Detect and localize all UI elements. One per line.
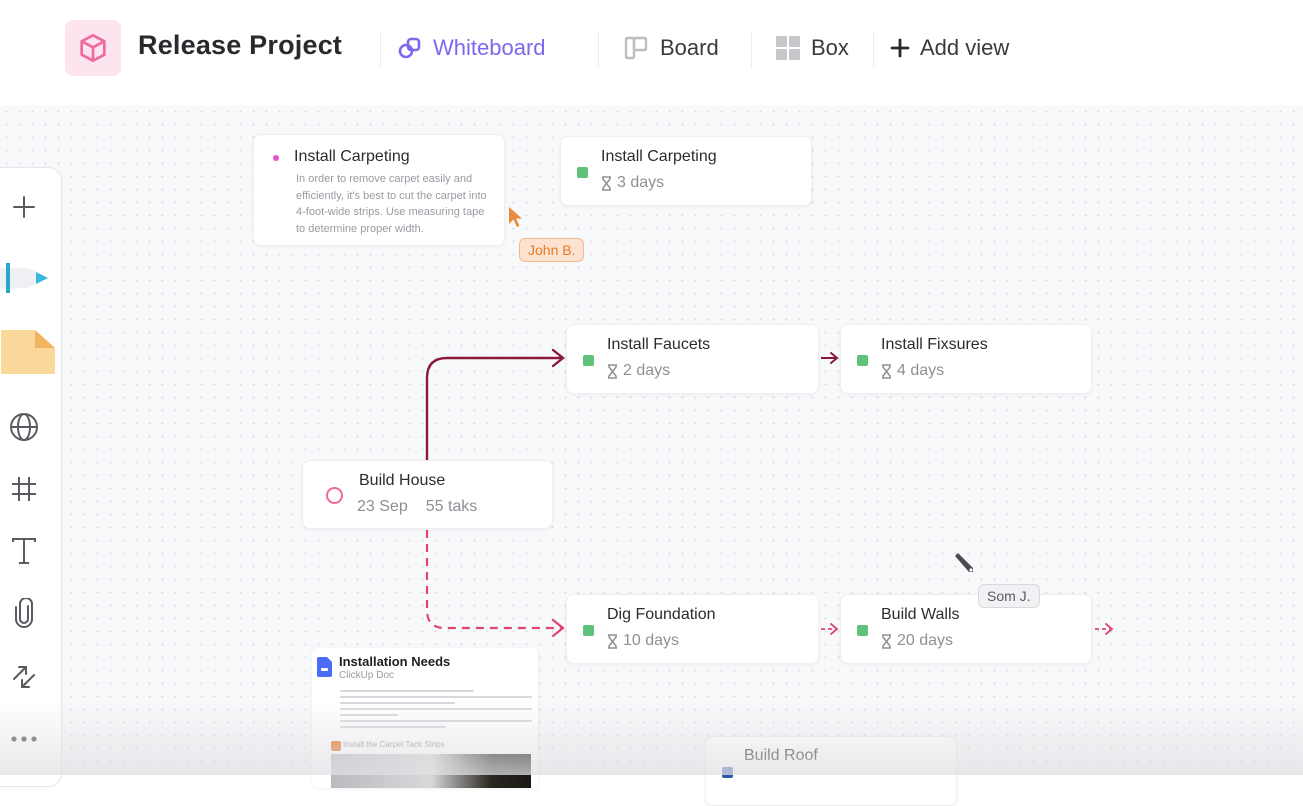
globe-icon	[10, 413, 38, 441]
task-duration: 2 days	[607, 362, 670, 380]
project-card-date: 23 Sep	[357, 498, 408, 515]
connector-arrows-icon	[13, 666, 35, 688]
hourglass-icon	[602, 175, 611, 191]
solid-connector-build-house-to-faucets	[425, 356, 562, 460]
plus-icon	[13, 196, 35, 218]
tool-frame[interactable]	[1, 469, 47, 509]
status-square	[577, 167, 588, 178]
task-duration: 10 days	[607, 632, 679, 650]
hourglass-icon	[608, 363, 617, 379]
doc-title: Installation Needs	[339, 654, 451, 669]
note-title: Install Carpeting	[294, 148, 410, 165]
hourglass-icon	[882, 363, 891, 379]
project-card-title: Build House	[359, 472, 446, 489]
task-card-install-faucets[interactable]: Install Faucets 2 days	[566, 324, 819, 394]
task-card-install-fixsures[interactable]: Install Fixsures 4 days	[840, 324, 1092, 394]
tool-attachment[interactable]	[1, 593, 47, 633]
arrowhead	[551, 618, 565, 638]
project-card-build-house[interactable]: Build House 23 Sep 55 taks	[302, 460, 553, 529]
collaborator-tag-som: Som J.	[978, 584, 1040, 608]
task-card-build-walls[interactable]: Build Walls 20 days	[840, 594, 1092, 664]
sticky-note-icon	[1, 330, 55, 374]
task-title: Build Walls	[881, 606, 960, 623]
task-title: Build Roof	[744, 747, 818, 764]
doc-image	[331, 754, 531, 788]
left-toolbar	[0, 167, 62, 787]
task-duration: 4 days	[881, 362, 944, 380]
task-duration: 3 days	[601, 174, 664, 192]
doc-body-preview	[340, 686, 532, 732]
note-bullet	[273, 155, 279, 161]
task-card-dig-foundation[interactable]: Dig Foundation 10 days	[566, 594, 819, 664]
tool-add[interactable]	[1, 187, 47, 227]
task-title: Install Carpeting	[601, 148, 717, 165]
status-square	[583, 625, 594, 636]
doc-subtitle: ClickUp Doc	[339, 670, 395, 681]
project-card-meta: 23 Sep 55 taks	[357, 498, 477, 516]
frame-icon	[12, 477, 36, 501]
tool-connector[interactable]	[1, 657, 47, 697]
doc-icon	[317, 657, 332, 677]
paperclip-icon	[15, 598, 33, 628]
task-title: Install Fixsures	[881, 336, 988, 353]
tool-web-embed[interactable]	[1, 407, 47, 447]
tool-text[interactable]	[1, 531, 47, 571]
hourglass-icon	[608, 633, 617, 649]
task-duration: 20 days	[881, 632, 953, 650]
pen-icon	[0, 263, 48, 293]
project-card-task-count: 55 taks	[425, 498, 478, 515]
section-icon	[331, 741, 341, 751]
doc-section-heading: Install the Carpet Tack Strips	[343, 740, 445, 749]
tool-more[interactable]	[1, 719, 47, 759]
john-cursor-icon	[509, 207, 522, 227]
doc-card-installation-needs[interactable]: Installation Needs ClickUp Doc Install t…	[312, 648, 538, 788]
task-title: Dig Foundation	[607, 606, 716, 623]
status-square	[857, 355, 868, 366]
dashed-connector-build-house-to-foundation	[425, 530, 562, 630]
more-icon	[11, 736, 37, 742]
status-circle-icon	[326, 487, 343, 504]
task-title: Install Faucets	[607, 336, 711, 353]
tool-pen[interactable]	[0, 258, 56, 298]
pen-cursor-icon	[955, 553, 973, 572]
status-square	[583, 355, 594, 366]
task-card-build-roof[interactable]: Build Roof	[705, 736, 957, 806]
status-square	[857, 625, 868, 636]
text-icon	[12, 538, 36, 564]
status-square	[722, 767, 733, 778]
task-card-install-carpeting[interactable]: Install Carpeting 3 days	[560, 136, 812, 206]
tool-sticky-note[interactable]	[1, 328, 55, 376]
note-card[interactable]: Install Carpeting In order to remove car…	[253, 134, 505, 246]
collaborator-tag-john: John B.	[519, 238, 585, 262]
hourglass-icon	[882, 633, 891, 649]
note-body: In order to remove carpet easily and eff…	[296, 173, 487, 235]
